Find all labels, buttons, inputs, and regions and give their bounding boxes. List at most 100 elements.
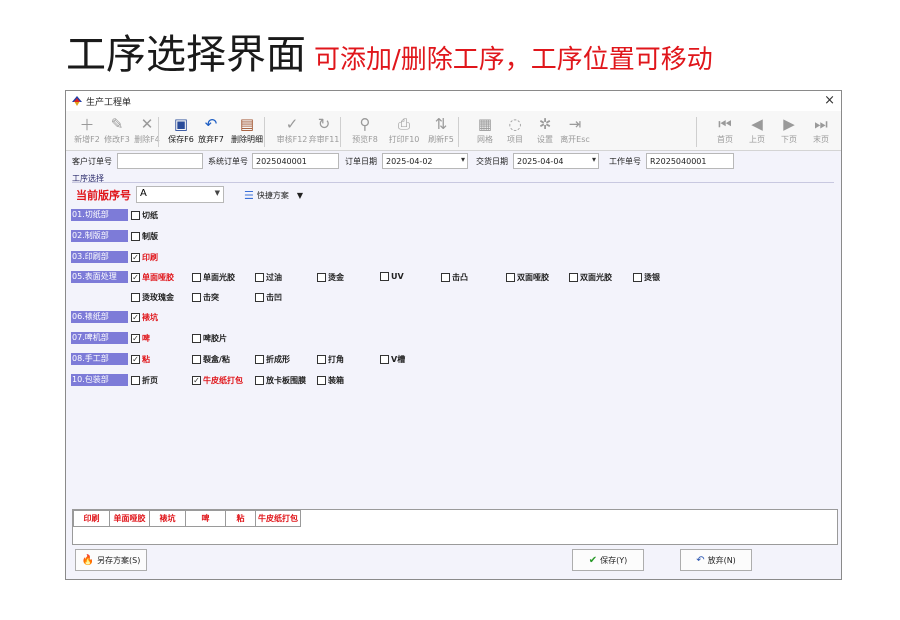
process-label: 击凸 xyxy=(452,273,468,282)
process-checkbox[interactable]: 折页 xyxy=(131,375,158,386)
checkbox-checked-icon: ✓ xyxy=(131,334,140,343)
order-date-select[interactable]: 2025-04-02 ▾ xyxy=(382,153,468,169)
process-checkbox[interactable]: 切纸 xyxy=(131,210,158,221)
process-checkbox[interactable]: V槽 xyxy=(380,354,405,365)
toolbar-button-12[interactable]: ◌ 项目 xyxy=(498,114,532,145)
process-checkbox[interactable]: ✓ 粘 xyxy=(131,354,150,365)
toolbar-button-9[interactable]: ⎙ 打印F10 xyxy=(387,114,421,145)
toolbar-icon: ⏮ xyxy=(718,115,732,133)
process-checkbox[interactable]: UV xyxy=(380,272,404,281)
toolbar-button-0[interactable]: ＋新增F2 xyxy=(70,114,104,145)
process-checkbox[interactable]: 打角 xyxy=(317,354,344,365)
save-button[interactable]: ✔ 保存(Y) xyxy=(572,549,644,571)
process-label: 烫金 xyxy=(328,273,344,282)
toolbar-button-15[interactable]: ⏮ 首页 xyxy=(708,114,742,145)
toolbar-button-3[interactable]: ▣ 保存F6 xyxy=(164,114,198,145)
chevron-down-icon: ▾ xyxy=(460,155,465,164)
toolbar-icon: ✓ xyxy=(285,115,299,133)
process-checkbox[interactable]: 放卡板围膜 xyxy=(255,375,306,386)
toolbar-label: 项目 xyxy=(507,135,523,144)
selected-process-cell[interactable]: 裱坑 xyxy=(149,510,186,527)
process-checkbox[interactable]: ✓ 牛皮纸打包 xyxy=(192,375,243,386)
toolbar-label: 新增F2 xyxy=(74,135,100,144)
checkbox-unchecked-icon xyxy=(192,355,201,364)
process-checkbox[interactable]: 制版 xyxy=(131,231,158,242)
selected-process-cell[interactable]: 牛皮纸打包 xyxy=(255,510,301,527)
current-version-select[interactable]: A ▼ xyxy=(136,186,224,203)
process-checkbox[interactable]: 装箱 xyxy=(317,375,344,386)
process-checkbox[interactable]: 双面光胶 xyxy=(569,272,612,283)
checkbox-checked-icon: ✓ xyxy=(131,273,140,282)
table-row: 印刷 单面哑胶 裱坑啤粘牛皮纸打包 xyxy=(73,510,301,527)
delivery-date-value: 2025-04-04 xyxy=(517,157,564,166)
process-checkbox[interactable]: 过油 xyxy=(255,272,282,283)
delivery-date-select[interactable]: 2025-04-04 ▾ xyxy=(513,153,599,169)
toolbar-separator xyxy=(696,117,697,147)
toolbar-button-5[interactable]: ▤ 删除明细 xyxy=(230,114,264,145)
toolbar-button-10[interactable]: ⇅ 刷新F5 xyxy=(424,114,458,145)
process-checkbox[interactable]: 烫玫瑰金 xyxy=(131,292,174,303)
section-divider xyxy=(72,182,834,183)
save-as-plan-button[interactable]: 🔥 另存方案(S) xyxy=(75,549,147,571)
process-checkbox[interactable]: ✓ 印刷 xyxy=(131,252,158,263)
app-logo-icon xyxy=(72,96,82,106)
toolbar-button-13[interactable]: ✲ 设置 xyxy=(528,114,562,145)
toolbar-button-6[interactable]: ✓ 审核F12 xyxy=(275,114,309,145)
process-checkbox[interactable]: 烫金 xyxy=(317,272,344,283)
selected-process-cell[interactable]: 印刷 xyxy=(73,510,110,527)
close-icon[interactable]: × xyxy=(824,93,835,108)
process-checkbox[interactable]: 折成形 xyxy=(255,354,290,365)
process-label: 过油 xyxy=(266,273,282,282)
checkbox-unchecked-icon xyxy=(317,273,326,282)
process-checkbox[interactable]: 裂盒/粘 xyxy=(192,354,230,365)
customer-order-input[interactable] xyxy=(117,153,203,169)
process-checkbox[interactable]: ✓ 裱坑 xyxy=(131,312,158,323)
title-bar: 生产工程单 × xyxy=(66,91,841,111)
toolbar-button-4[interactable]: ↶ 放弃F7 xyxy=(194,114,228,145)
department-label: 07.啤机部 xyxy=(71,332,128,344)
current-version-value: A xyxy=(140,188,147,199)
process-checkbox[interactable]: 击凸 xyxy=(441,272,468,283)
toolbar-icon: ⇅ xyxy=(434,115,448,133)
process-checkbox[interactable]: ✓ 啤 xyxy=(131,333,150,344)
process-label: 烫银 xyxy=(644,273,660,282)
process-checkbox[interactable]: 击突 xyxy=(192,292,219,303)
selected-process-cell[interactable]: 粘 xyxy=(225,510,256,527)
toolbar-button-7[interactable]: ↻ 弃审F11 xyxy=(307,114,341,145)
work-order-input[interactable]: R2025040001 xyxy=(646,153,734,169)
selected-process-cell[interactable]: 单面哑胶 xyxy=(109,510,150,527)
toolbar-button-16[interactable]: ◀ 上页 xyxy=(740,114,774,145)
checkbox-unchecked-icon xyxy=(317,355,326,364)
department-label: 02.制版部 xyxy=(71,230,128,242)
process-label: 单面光胶 xyxy=(203,273,235,282)
system-order-input[interactable]: 2025040001 xyxy=(252,153,339,169)
process-checkbox[interactable]: 双面哑胶 xyxy=(506,272,549,283)
checkbox-unchecked-icon xyxy=(633,273,642,282)
checkbox-unchecked-icon xyxy=(131,232,140,241)
system-order-label: 系统订单号 xyxy=(208,157,248,166)
process-label: UV xyxy=(391,272,404,281)
process-label: 啤 xyxy=(142,334,150,343)
process-checkbox[interactable]: 烫银 xyxy=(633,272,660,283)
selected-process-cell[interactable]: 啤 xyxy=(185,510,226,527)
process-checkbox[interactable]: 击凹 xyxy=(255,292,282,303)
toolbar-label: 末页 xyxy=(813,135,829,144)
toolbar-button-1[interactable]: ✎ 修改F3 xyxy=(100,114,134,145)
process-checkbox[interactable]: 啤胶片 xyxy=(192,333,227,344)
process-checkbox[interactable]: 单面光胶 xyxy=(192,272,235,283)
toolbar-label: 预览F8 xyxy=(352,135,378,144)
toolbar-icon: ▶ xyxy=(783,115,795,133)
toolbar-button-18[interactable]: ⏭ 末页 xyxy=(804,114,838,145)
plan-icon: 🔥 xyxy=(81,554,95,566)
checkbox-unchecked-icon xyxy=(192,273,201,282)
toolbar-button-14[interactable]: ⇥ 离开Esc xyxy=(558,114,592,145)
toolbar-separator xyxy=(340,117,341,147)
quick-plan-button[interactable]: ☰ 快捷方案 ▼ xyxy=(244,189,303,202)
toolbar-button-17[interactable]: ▶ 下页 xyxy=(772,114,806,145)
process-label: V槽 xyxy=(391,355,406,364)
toolbar-separator xyxy=(264,117,265,147)
toolbar-button-8[interactable]: ⚲ 预览F8 xyxy=(348,114,382,145)
cancel-button[interactable]: ↶ 放弃(N) xyxy=(680,549,752,571)
toolbar-button-11[interactable]: ▦ 网格 xyxy=(468,114,502,145)
process-checkbox[interactable]: ✓ 单面哑胶 xyxy=(131,272,174,283)
